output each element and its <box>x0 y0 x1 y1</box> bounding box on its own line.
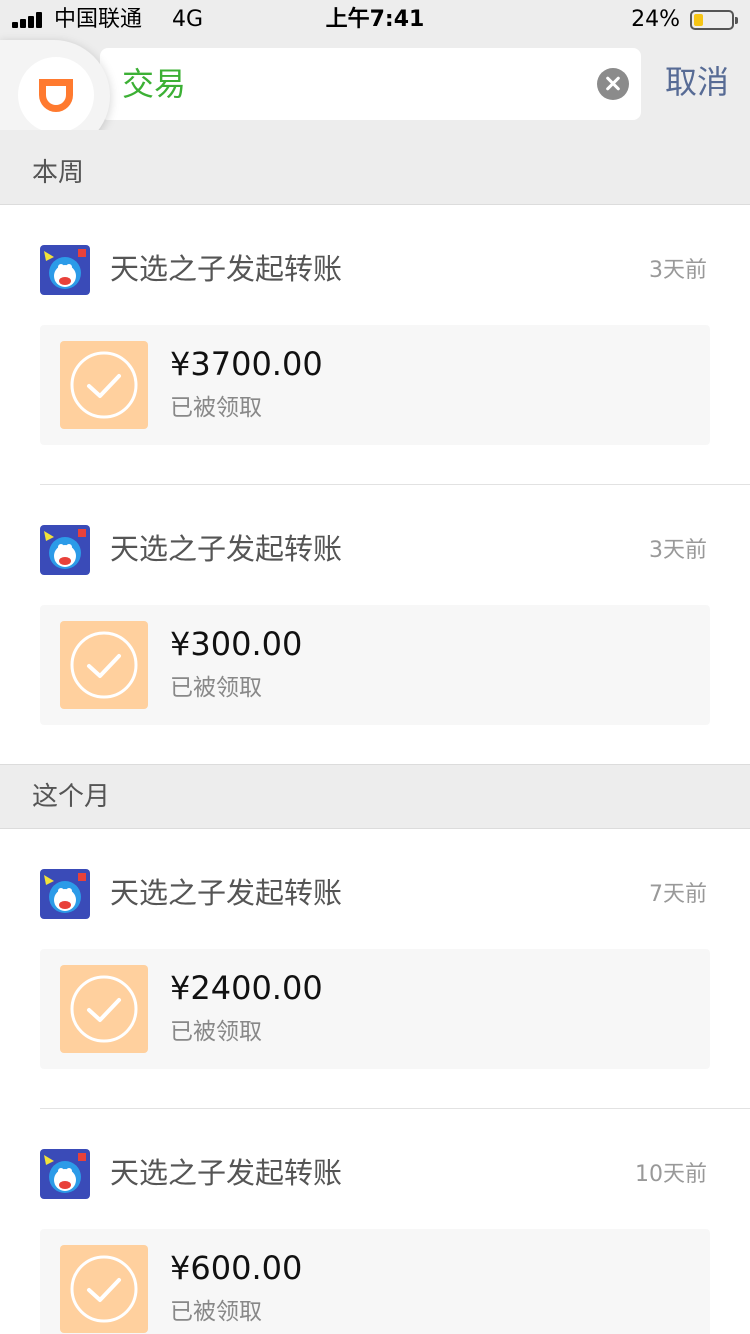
transfer-status: 已被领取 <box>170 1019 262 1045</box>
clear-icon[interactable] <box>597 68 629 100</box>
item-title: 天选之子发起转账 <box>110 252 343 286</box>
battery-level <box>694 14 703 26</box>
section-header-this-month: 这个月 <box>0 764 750 829</box>
check-circle-icon <box>60 965 148 1053</box>
item-title: 天选之子发起转账 <box>110 876 343 910</box>
status-bar: 中国联通 4G 上午7:41 24% <box>0 0 750 40</box>
battery-icon <box>690 10 738 30</box>
transfer-status: 已被领取 <box>170 395 262 421</box>
search-bar: 交易 取消 <box>0 40 750 130</box>
section-header-this-week: 本周 <box>0 130 750 205</box>
transfer-list-item[interactable]: 天选之子发起转账 3天前 ¥3700.00 已被领取 <box>0 205 750 485</box>
transfer-amount: ¥300.00 <box>170 625 303 663</box>
transfer-card[interactable]: ¥3700.00 已被领取 <box>40 325 710 445</box>
transfer-status: 已被领取 <box>170 675 262 701</box>
section-title: 本周 <box>32 158 85 188</box>
avatar <box>40 869 90 919</box>
transfer-card[interactable]: ¥2400.00 已被领取 <box>40 949 710 1069</box>
transfer-amount: ¥3700.00 <box>170 345 323 383</box>
item-title: 天选之子发起转账 <box>110 1156 343 1190</box>
search-input[interactable]: 交易 <box>100 48 641 120</box>
avatar <box>40 525 90 575</box>
battery-percent: 24% <box>631 7 680 32</box>
item-time: 3天前 <box>649 538 707 563</box>
section-title: 这个月 <box>32 782 111 812</box>
search-query[interactable]: 交易 <box>122 66 186 102</box>
item-time: 3天前 <box>649 258 707 283</box>
item-title: 天选之子发起转账 <box>110 532 343 566</box>
avatar <box>40 245 90 295</box>
check-circle-icon <box>60 341 148 429</box>
transfer-status: 已被领取 <box>170 1299 262 1325</box>
cancel-button[interactable]: 取消 <box>665 62 729 102</box>
check-circle-icon <box>60 621 148 709</box>
transfer-list-item[interactable]: 天选之子发起转账 7天前 ¥2400.00 已被领取 <box>0 829 750 1109</box>
check-circle-icon <box>60 1245 148 1333</box>
transfer-list-item[interactable]: 天选之子发起转账 10天前 ¥600.00 已被领取 <box>0 1109 750 1334</box>
item-time: 7天前 <box>649 882 707 907</box>
transfer-amount: ¥600.00 <box>170 1249 303 1287</box>
item-time: 10天前 <box>635 1162 707 1187</box>
transfer-amount: ¥2400.00 <box>170 969 323 1007</box>
didi-logo-icon <box>18 57 94 133</box>
avatar <box>40 1149 90 1199</box>
transfer-card[interactable]: ¥300.00 已被领取 <box>40 605 710 725</box>
didi-logo-shape <box>39 79 73 112</box>
transfer-list-item[interactable]: 天选之子发起转账 3天前 ¥300.00 已被领取 <box>0 485 750 765</box>
transfer-card[interactable]: ¥600.00 已被领取 <box>40 1229 710 1334</box>
